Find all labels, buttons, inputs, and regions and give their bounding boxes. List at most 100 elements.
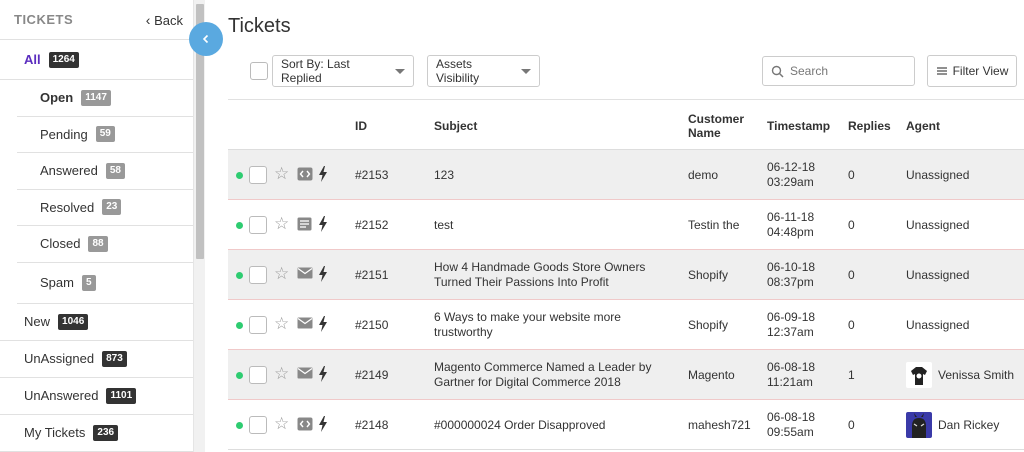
timestamp-date: 06-09-18: [767, 310, 816, 324]
row-checkbox[interactable]: [249, 266, 267, 284]
ticket-id[interactable]: #2149: [355, 350, 388, 400]
ticket-id[interactable]: #2148: [355, 400, 388, 450]
lightning-icon[interactable]: [318, 266, 328, 285]
column-header-timestamp[interactable]: Timestamp: [767, 100, 830, 151]
lightning-icon[interactable]: [318, 416, 328, 435]
search-input[interactable]: [790, 64, 900, 78]
agent-cell[interactable]: Unassigned: [906, 200, 969, 250]
ticket-id[interactable]: #2151: [355, 250, 388, 300]
assets-visibility-dropdown[interactable]: Assets Visibility: [427, 55, 540, 87]
subject-line: 6 Ways to make your website more: [434, 310, 621, 324]
sidebar-item-spam[interactable]: Spam 5: [17, 263, 193, 304]
sidebar-header: TICKETS ‹ Back: [0, 0, 193, 40]
column-header-id[interactable]: ID: [355, 100, 367, 151]
row-checkbox[interactable]: [249, 166, 267, 184]
sidebar-item-label: Closed: [40, 236, 81, 252]
table-row[interactable]: ☆ #2151 How 4 Handmade Goods Store Owners T…: [228, 250, 1024, 300]
select-all-checkbox[interactable]: [250, 62, 268, 80]
star-icon[interactable]: ☆: [274, 314, 289, 334]
agent-name: Unassigned: [906, 167, 970, 182]
count-badge: 236: [93, 424, 119, 441]
customer-name: mahesh721: [688, 417, 751, 432]
ticket-subject[interactable]: 6 Ways to make your website more trustwor…: [434, 300, 674, 350]
subject-line: Gartner for Digital Commerce 2018: [434, 375, 621, 389]
page-title: Tickets: [228, 15, 291, 37]
table-row[interactable]: ☆ #2150 6 Ways to make your website more tr…: [228, 300, 1024, 350]
reply-count: 0: [848, 417, 855, 432]
star-icon[interactable]: ☆: [274, 264, 289, 284]
star-icon[interactable]: ☆: [274, 414, 289, 434]
ticket-id[interactable]: #2150: [355, 300, 388, 350]
lightning-icon[interactable]: [318, 166, 328, 185]
sidebar-item-pending[interactable]: Pending 59: [17, 117, 193, 153]
row-checkbox[interactable]: [249, 416, 267, 434]
sidebar-item-label: New: [24, 314, 51, 329]
ticket-timestamp: 06-10-18 08:37pm: [767, 250, 815, 300]
count-badge: 58: [105, 162, 125, 179]
subject-line: 123: [434, 167, 455, 182]
ticket-subject[interactable]: Magento Commerce Named a Leader by Gartne…: [434, 350, 674, 400]
row-checkbox[interactable]: [249, 316, 267, 334]
table-row[interactable]: ☆ #2152 test Testin the 06-11-18 04:48pm 0 Unas…: [228, 200, 1024, 250]
agent-cell[interactable]: Unassigned: [906, 300, 969, 350]
search-box[interactable]: [762, 56, 915, 86]
sidebar-item-all[interactable]: All 1264: [0, 40, 193, 80]
star-icon[interactable]: ☆: [274, 214, 289, 234]
ticket-subject[interactable]: 123: [434, 150, 674, 200]
sidebar-item-my-tickets[interactable]: My Tickets 236: [0, 415, 193, 452]
lightning-icon[interactable]: [318, 216, 328, 235]
sidebar-item-unassigned[interactable]: UnAssigned 873: [0, 341, 193, 378]
collapse-sidebar-button[interactable]: [189, 22, 223, 56]
table-row[interactable]: ☆ #2148 #000000024 Order Disapproved mahesh…: [228, 400, 1024, 450]
sidebar-scrollbar[interactable]: [193, 0, 205, 452]
column-header-label: Customer: [688, 111, 745, 126]
table-row[interactable]: ☆ #2149 Magento Commerce Named a Leader by…: [228, 350, 1024, 400]
column-header-customer[interactable]: Customer Name: [688, 100, 744, 151]
sidebar-item-label: Resolved: [40, 199, 95, 215]
agent-cell[interactable]: Unassigned: [906, 150, 969, 200]
agent-avatar: [906, 362, 932, 388]
lightning-icon[interactable]: [318, 316, 328, 335]
column-header-label: Name: [688, 125, 721, 140]
agent-cell[interactable]: Venissa Smith: [906, 350, 1014, 400]
ticket-id[interactable]: #2153: [355, 150, 388, 200]
sidebar-item-unanswered[interactable]: UnAnswered 1101: [0, 378, 193, 415]
sidebar-item-open[interactable]: Open 1147: [17, 80, 193, 117]
sidebar-item-closed[interactable]: Closed 88: [17, 226, 193, 263]
column-header-agent[interactable]: Agent: [906, 100, 940, 151]
ticket-subject[interactable]: How 4 Handmade Goods Store Owners Turned …: [434, 250, 674, 300]
timestamp-time: 04:48pm: [767, 225, 814, 239]
row-checkbox[interactable]: [249, 366, 267, 384]
filter-view-button[interactable]: Filter View: [927, 55, 1017, 87]
sidebar-item-new[interactable]: New 1046: [0, 304, 193, 341]
mail-icon: [297, 367, 313, 382]
count-badge: 23: [102, 199, 122, 216]
sidebar-item-resolved[interactable]: Resolved 23: [17, 190, 193, 226]
count-badge: 1264: [48, 51, 79, 68]
lightning-icon[interactable]: [318, 366, 328, 385]
column-header-replies[interactable]: Replies: [848, 100, 891, 151]
sort-dropdown[interactable]: Sort By: Last Replied: [272, 55, 414, 87]
agent-cell[interactable]: Unassigned: [906, 250, 969, 300]
agent-cell[interactable]: Dan Rickey: [906, 400, 999, 450]
subject-line: #000000024 Order Disapproved: [434, 417, 606, 432]
sidebar-item-answered[interactable]: Answered 58: [17, 153, 193, 190]
column-header-subject[interactable]: Subject: [434, 100, 477, 151]
count-badge: 1147: [81, 89, 111, 106]
code-icon: [297, 417, 313, 434]
caret-down-icon: [521, 68, 531, 74]
mail-icon: [297, 317, 313, 332]
star-icon[interactable]: ☆: [274, 164, 289, 184]
back-button[interactable]: ‹ Back: [146, 12, 183, 28]
ticket-id[interactable]: #2152: [355, 200, 388, 250]
subject-line: Magento Commerce Named a Leader by: [434, 360, 652, 374]
row-checkbox[interactable]: [249, 216, 267, 234]
star-icon[interactable]: ☆: [274, 364, 289, 384]
ticket-timestamp: 06-09-18 12:37am: [767, 300, 815, 350]
back-label: Back: [154, 12, 183, 28]
sidebar-item-label: Answered: [40, 163, 98, 179]
ticket-subject[interactable]: test: [434, 200, 674, 250]
table-row[interactable]: ☆ #2153 123 demo 06-12-18 03:29am 0 Unassigned: [228, 150, 1024, 200]
reply-count: 0: [848, 267, 855, 282]
ticket-subject[interactable]: #000000024 Order Disapproved: [434, 400, 674, 450]
